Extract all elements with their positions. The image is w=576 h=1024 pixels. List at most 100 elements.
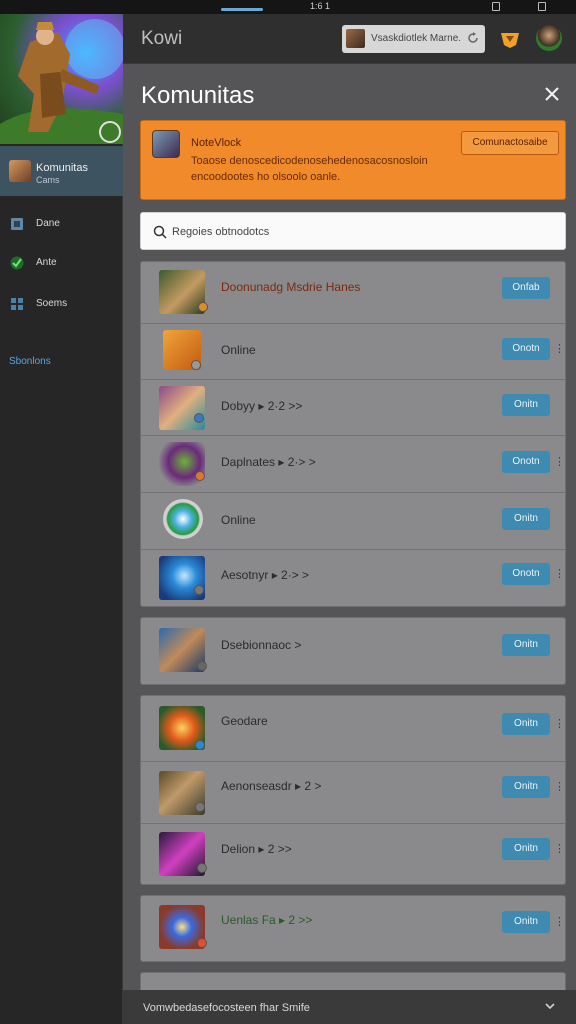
search-bar [140,212,566,250]
page-title: Komunitas [141,82,255,109]
join-button[interactable]: Onotn [502,563,550,585]
close-icon[interactable] [543,85,561,103]
status-badge [195,802,205,812]
battery-icon [492,2,500,11]
community-name: Daplnates ▸ 2·> > [221,455,316,469]
join-button[interactable]: Onotn [502,338,550,360]
community-group: Uenlas Fa ▸ 2 >> Onitn ⋮ [140,895,566,962]
list-item[interactable]: Delion ▸ 2 >> Onitn ⋮ [141,824,565,884]
list-item[interactable]: Dsebionnaoc > Onitn [141,618,565,684]
status-badge [197,661,207,671]
app-brand: Kowi [141,28,183,49]
sidebar-active-subtitle: Cams [36,175,60,185]
gift-icon[interactable] [499,27,521,49]
notice-action-button[interactable]: Comunactosaibe [461,131,559,155]
square-icon [11,218,23,230]
community-group: Dsebionnaoc > Onitn [140,617,566,685]
status-badge [194,413,204,423]
community-name: Uenlas Fa ▸ 2 >> [221,913,313,927]
community-group: Geodare Onitn ⋮ Aenonseasdr ▸ 2 > Onitn … [140,695,566,885]
list-item[interactable]: Dobyy ▸ 2·2 >> Onitn [141,380,565,436]
game-thumbnail [159,386,205,430]
game-hero-banner [0,14,123,144]
community-name: Online [221,513,256,527]
community-avatar [9,160,31,182]
top-header: Kowi Vsaskdiotlek Marne. [123,14,576,64]
user-avatar-icon[interactable] [536,25,562,51]
status-time: 1:6 1 [310,1,331,11]
community-group: Doonunadg Msdrie Hanes Onfab Online Onot… [140,261,566,607]
grid-icon [11,298,23,310]
sidebar-item-ante[interactable]: Ante [0,248,123,278]
more-options-icon[interactable]: ⋮ [554,343,565,355]
more-options-icon[interactable]: ⋮ [554,718,565,730]
community-panel: Komunitas NoteVlock Toaose denoscedicode… [123,64,576,990]
sidebar-item-komunitas[interactable]: Komunitas Cams [0,146,123,196]
status-badge [198,302,208,312]
list-item[interactable]: Uenlas Fa ▸ 2 >> Onitn ⋮ [141,896,565,961]
join-button[interactable]: Onitn [502,838,550,860]
status-badge [194,585,204,595]
list-item[interactable]: Daplnates ▸ 2·> > Onotn ⋮ [141,436,565,493]
join-button[interactable]: Onfab [502,277,550,299]
game-thumbnail [163,499,203,539]
sidebar: Komunitas Cams Dane Ante Soems Sbonlons [0,14,123,1024]
community-name: Dobyy ▸ 2·2 >> [221,399,303,413]
status-badge [191,360,201,370]
status-badge [195,740,205,750]
community-name: Aesotnyr ▸ 2·> > [221,568,310,582]
chevron-down-icon[interactable] [545,1002,555,1010]
community-name: Dsebionnaoc > [221,638,302,652]
sidebar-item-dane[interactable]: Dane [0,209,123,239]
search-icon [153,225,167,239]
community-name: Online [221,343,256,357]
list-item[interactable]: Geodare Onitn ⋮ [141,696,565,762]
more-options-icon[interactable]: ⋮ [554,916,565,928]
join-button[interactable]: Onitn [502,713,550,735]
join-button[interactable]: Onitn [502,508,550,530]
join-button[interactable]: Onitn [502,776,550,798]
more-options-icon[interactable]: ⋮ [554,456,565,468]
community-group [140,972,566,990]
community-name: Doonunadg Msdrie Hanes [221,280,361,294]
notice-banner: NoteVlock Toaose denoscedicodenosehedeno… [140,120,566,200]
community-name: Geodare [221,714,268,728]
sidebar-item-label: Soems [36,298,68,309]
community-name: Aenonseasdr ▸ 2 > [221,779,322,793]
list-item[interactable]: Doonunadg Msdrie Hanes Onfab [141,262,565,324]
signal-icon [538,2,546,11]
status-badge [195,471,205,481]
more-options-icon[interactable]: ⋮ [554,843,565,855]
list-item[interactable]: Aenonseasdr ▸ 2 > Onitn ⋮ [141,762,565,824]
bottom-bar[interactable]: Vomwbedasefocosteen fhar Smife [123,990,576,1024]
join-button[interactable]: Onitn [502,634,550,656]
home-indicator [221,8,263,11]
sidebar-link[interactable]: Sbonlons [9,356,51,367]
footer-text: Vomwbedasefocosteen fhar Smife [143,1002,310,1014]
status-bar: 1:6 1 [0,0,576,14]
check-icon [10,256,24,270]
sidebar-active-title: Komunitas [36,162,88,174]
account-selector[interactable]: Vsaskdiotlek Marne. [342,25,485,53]
sidebar-item-label: Ante [36,257,57,268]
notice-avatar [152,130,180,158]
search-input[interactable] [172,222,552,242]
more-options-icon[interactable]: ⋮ [554,781,565,793]
list-item[interactable]: Online Onitn [141,493,565,550]
status-badge [197,938,207,948]
join-button[interactable]: Onitn [502,394,550,416]
sidebar-item-soems[interactable]: Soems [0,289,123,319]
list-item[interactable]: Online Onotn ⋮ [141,324,565,380]
join-button[interactable]: Onotn [502,451,550,473]
more-options-icon[interactable]: ⋮ [554,568,565,580]
community-name: Delion ▸ 2 >> [221,842,292,856]
account-avatar [346,29,365,48]
status-badge [197,863,207,873]
notice-body: Toaose denoscedicodenosehedenosacosnoslo… [191,155,428,183]
sidebar-item-label: Dane [36,218,60,229]
account-label: Vsaskdiotlek Marne. [371,33,462,44]
list-item[interactable]: Aesotnyr ▸ 2·> > Onotn ⋮ [141,550,565,606]
join-button[interactable]: Onitn [502,911,550,933]
refresh-icon [468,32,478,43]
notice-title: NoteVlock [191,137,242,149]
